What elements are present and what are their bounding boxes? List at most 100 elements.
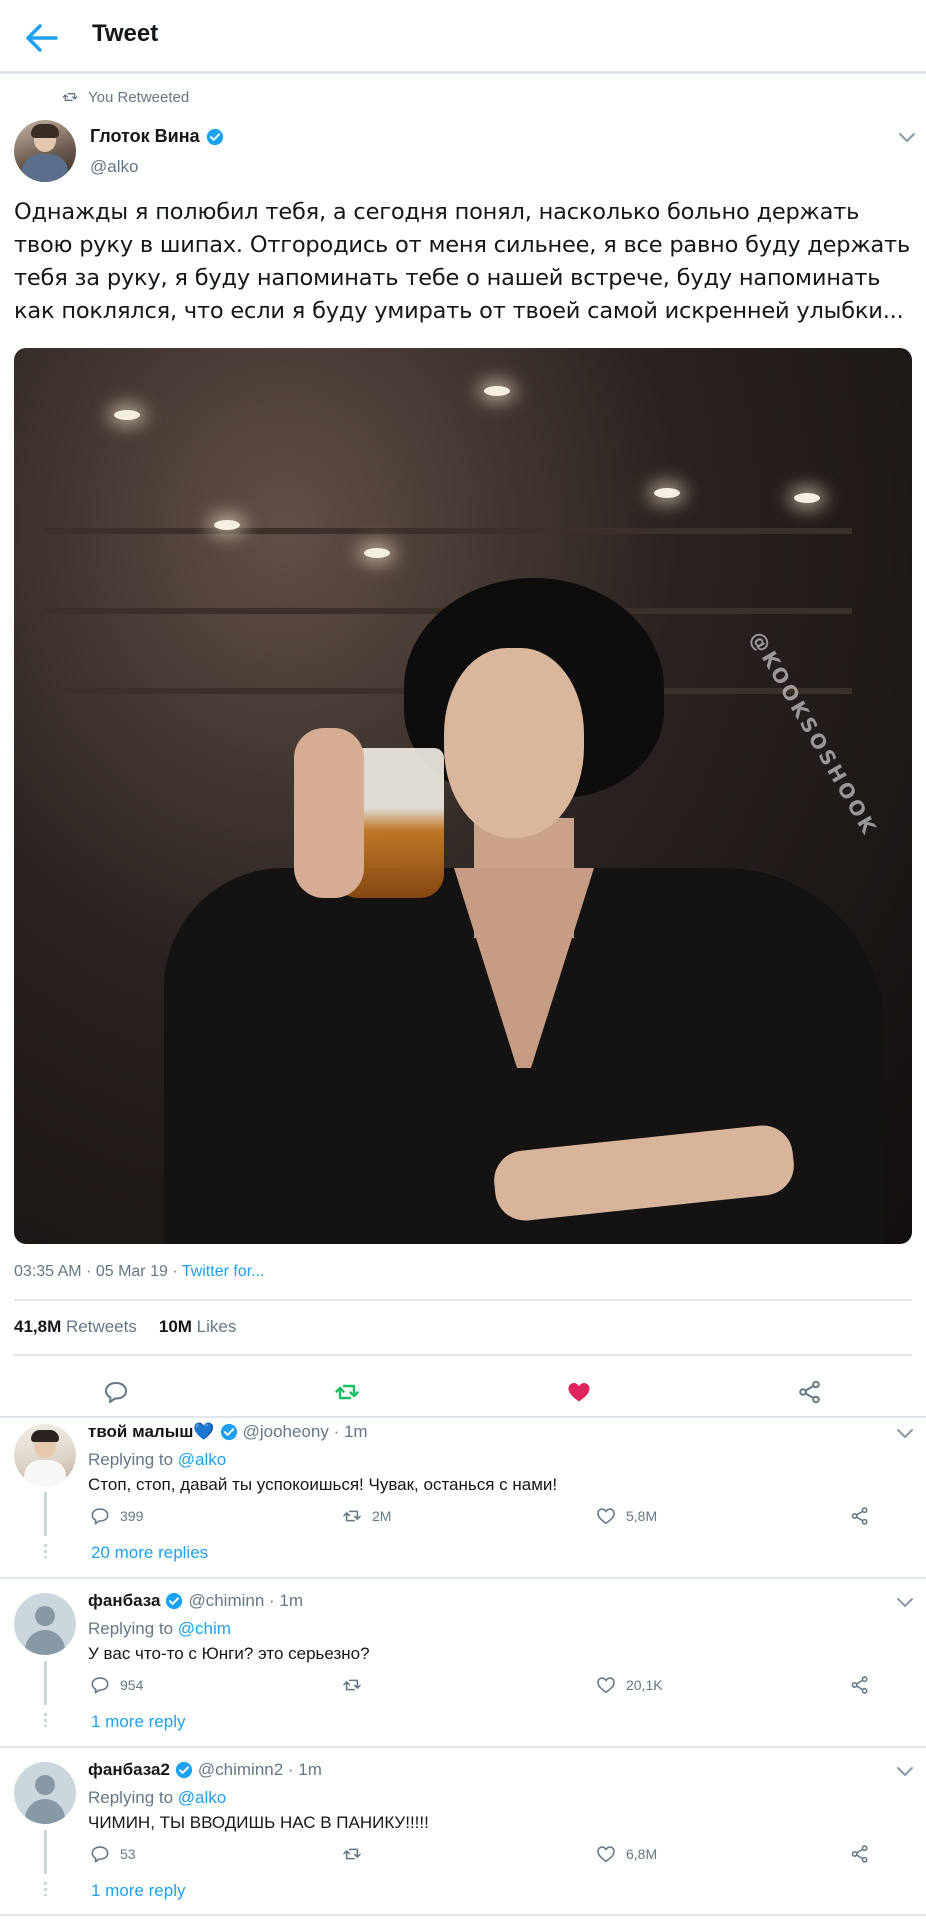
retweets-count: 41,8M (14, 1317, 62, 1336)
reply-text: Стоп, стоп, давай ты успокоишься! Чувак,… (88, 1475, 558, 1494)
likes-stat[interactable]: 10M Likes (159, 1317, 237, 1337)
reply-author-handle: @chiminn · 1m (188, 1591, 304, 1610)
tweet-timestamp: 03:35 AM · 05 Mar 19 · (14, 1263, 182, 1280)
replying-to: Replying to @chim (88, 1619, 231, 1639)
likes-count: 10M (158, 1317, 192, 1336)
thread-line (44, 1492, 47, 1536)
reply-header[interactable]: фанбаза2 @chiminn2 · 1m (88, 1760, 322, 1780)
reply-text: ЧИМИН, ТЫ ВВОДИШЬ НАС В ПАНИКУ!!!!! (88, 1813, 429, 1832)
retweets-stat[interactable]: 41,8M Retweets (14, 1317, 137, 1337)
tweet-stats: 41,8M Retweets 10M Likes (14, 1317, 236, 1337)
reply-author-handle: @chiminn2 · 1m (197, 1760, 322, 1779)
like-count: 20,1K (626, 1677, 663, 1693)
tweet-action-bar (0, 1366, 926, 1416)
chevron-down-icon[interactable] (894, 1422, 916, 1444)
tweet-source-link[interactable]: Twitter for... (182, 1263, 265, 1280)
reply-retweet-button[interactable] (342, 1844, 372, 1864)
chevron-down-icon[interactable] (894, 1591, 916, 1613)
replying-to: Replying to @alko (88, 1450, 226, 1470)
replying-to-mention[interactable]: @alko (178, 1450, 226, 1469)
reply-share-button[interactable] (850, 1506, 870, 1526)
reply-avatar[interactable] (14, 1762, 76, 1824)
heart-icon (597, 1846, 615, 1863)
reply-author-name: фанбаза (88, 1591, 161, 1610)
reply-avatar[interactable] (14, 1424, 76, 1486)
reply-reply-button[interactable]: 399 (90, 1506, 143, 1526)
replying-to-mention[interactable]: @chim (178, 1619, 231, 1638)
reply-count: 954 (120, 1677, 144, 1693)
comment-icon (105, 1382, 127, 1403)
author-avatar[interactable] (14, 120, 76, 182)
retweet-icon (62, 93, 78, 101)
thread-line (44, 1830, 47, 1874)
more-replies-link[interactable]: 1 more reply (91, 1712, 185, 1732)
replying-to-mention[interactable]: @alko (178, 1788, 226, 1807)
reply-author-name: фанбаза2 (88, 1760, 170, 1779)
reply-author-handle: @jooheony · 1m (242, 1422, 368, 1441)
reply-actions: 53 6,8M (88, 1844, 888, 1868)
more-replies-link[interactable]: 20 more replies (91, 1543, 208, 1563)
author-handle[interactable]: @alko (90, 157, 138, 177)
reply-avatar[interactable] (14, 1593, 76, 1655)
verified-badge-icon (166, 1592, 183, 1610)
more-replies-link[interactable]: 1 more reply (91, 1881, 185, 1901)
reply-button[interactable] (98, 1374, 134, 1410)
reply-share-button[interactable] (850, 1675, 870, 1695)
replying-to-prefix: Replying to (88, 1619, 178, 1638)
thread-dots (44, 1544, 47, 1558)
verified-badge-icon (206, 128, 223, 145)
reply-retweet-button[interactable] (342, 1675, 372, 1695)
like-button[interactable] (561, 1374, 597, 1410)
retweets-label: Retweets (65, 1317, 137, 1336)
comment-icon (91, 1508, 109, 1525)
share-button[interactable] (792, 1374, 828, 1410)
likes-label: Likes (196, 1317, 237, 1336)
page-title: Tweet (92, 20, 159, 47)
chevron-down-icon[interactable] (896, 126, 918, 148)
tweet-meta: 03:35 AM · 05 Mar 19 · Twitter for... (14, 1263, 264, 1281)
reply-reply-button[interactable]: 53 (90, 1844, 136, 1864)
thread-line (44, 1661, 47, 1705)
comment-icon (91, 1677, 109, 1694)
replying-to-prefix: Replying to (88, 1450, 178, 1469)
heart-filled-icon (568, 1383, 590, 1402)
reply-share-button[interactable] (850, 1844, 870, 1864)
comment-icon (91, 1846, 109, 1863)
reply-reply-button[interactable]: 954 (90, 1675, 143, 1695)
tweet-media-photo[interactable]: @KOOKSOSHOOK (14, 348, 912, 1244)
reply-like-button[interactable]: 20,1K (596, 1675, 663, 1695)
media-watermark: @KOOKSOSHOOK (745, 626, 882, 840)
chevron-down-icon[interactable] (894, 1760, 916, 1782)
retweet-count: 2M (372, 1508, 392, 1524)
reply-count: 399 (120, 1508, 144, 1524)
reply-header[interactable]: твой малыш💙 @jooheony · 1m (88, 1422, 368, 1442)
reply-header[interactable]: фанбаза @chiminn · 1m (88, 1591, 303, 1611)
reply-retweet-button[interactable]: 2M (342, 1506, 391, 1526)
retweet-button[interactable] (329, 1374, 365, 1410)
back-button[interactable] (20, 16, 64, 60)
like-count: 6,8M (626, 1846, 658, 1862)
retweet-context: You Retweeted (62, 86, 189, 108)
divider (0, 1416, 926, 1418)
reply-count: 53 (120, 1846, 136, 1862)
share-icon (799, 1380, 820, 1404)
reply-like-button[interactable]: 5,8M (596, 1506, 657, 1526)
divider (14, 1354, 912, 1356)
share-icon (851, 1507, 868, 1525)
author-name: Глоток Вина (90, 126, 200, 146)
divider (0, 1746, 926, 1748)
heart-icon (597, 1508, 615, 1525)
reply-actions: 954 20,1K (88, 1675, 888, 1699)
share-icon (851, 1676, 868, 1694)
top-bar: Tweet (0, 0, 926, 74)
reply-actions: 399 2M 5,8M (88, 1506, 888, 1530)
reply-author-name: твой малыш💙 (88, 1422, 215, 1441)
thread-dots (44, 1713, 47, 1727)
retweet-context-label: You Retweeted (88, 88, 190, 106)
like-count: 5,8M (626, 1508, 658, 1524)
divider (14, 1299, 912, 1301)
author-name-row[interactable]: Глоток Вина (90, 126, 224, 147)
divider (0, 1577, 926, 1579)
divider (0, 1914, 926, 1916)
reply-like-button[interactable]: 6,8M (596, 1844, 657, 1864)
